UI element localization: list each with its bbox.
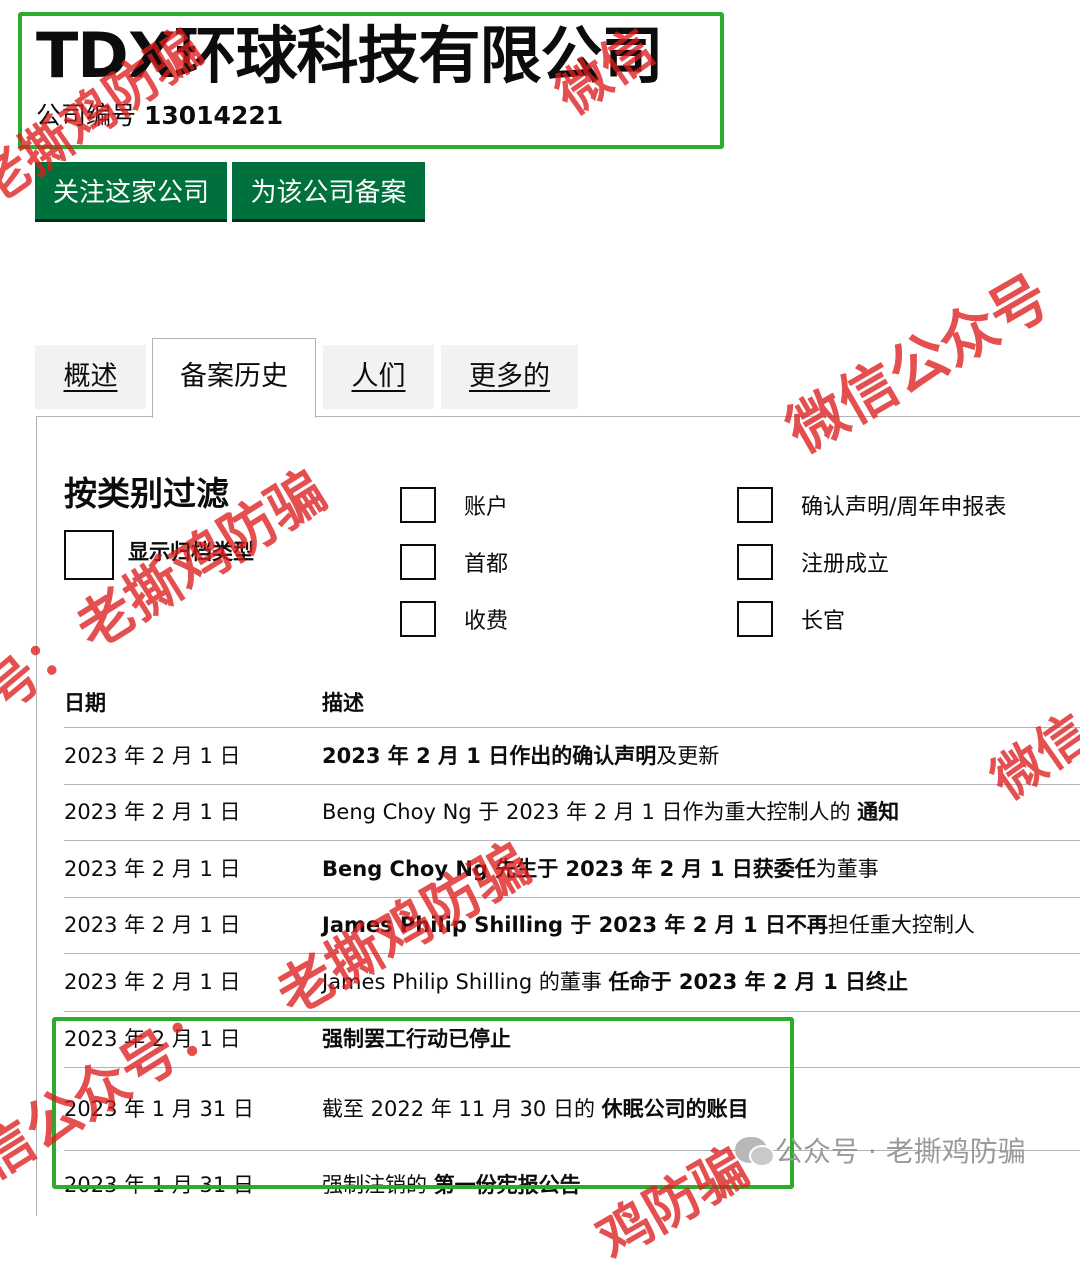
filter-checkbox-accounts[interactable] [400,487,436,523]
table-cell-date: 2023 年 1 月 31 日 [64,1097,254,1121]
tab-filing-history[interactable]: 备案历史 [152,338,316,418]
filter-label-capital: 首都 [464,552,509,577]
filter-label-incorporation: 注册成立 [801,552,890,577]
filter-title: 按类别过滤 [64,474,229,513]
filter-checkbox-charges[interactable] [400,601,436,637]
file-for-company-button[interactable]: 为该公司备案 [232,162,425,222]
table-header-description: 描述 [322,691,364,715]
table-cell-date: 2023 年 2 月 1 日 [64,913,241,937]
table-cell-description[interactable]: 强制注销的 第一份宪报公告 [322,1170,581,1200]
table-row-divider [64,1067,1080,1068]
table-cell-description[interactable]: Beng Choy Ng 于 2023 年 2 月 1 日作为重大控制人的 通知 [322,797,899,827]
description-normal: 强制注销的 [322,1173,434,1197]
description-normal: James Philip Shilling 的董事 [322,970,609,994]
description-bold: 通知 [857,800,900,824]
tab-overview[interactable]: 概述 [35,345,146,409]
filter-checkbox-capital[interactable] [400,544,436,580]
table-cell-description[interactable]: James Philip Shilling 于 2023 年 2 月 1 日不再… [322,910,975,940]
show-archive-label: 显示归档类型 [128,540,254,564]
filter-checkbox-confirmation[interactable] [737,487,773,523]
table-row-divider [64,840,1080,841]
table-cell-description[interactable]: 2023 年 2 月 1 日作出的确认声明及更新 [322,741,719,771]
follow-company-button[interactable]: 关注这家公司 [35,162,227,222]
description-normal: 担任重大控制人 [827,913,975,937]
description-normal: 截至 2022 年 11 月 30 日的 [322,1097,602,1121]
company-number-label: 公司编号 [36,101,137,130]
table-row-divider [64,1011,1080,1012]
filter-label-charges: 收费 [464,609,509,634]
table-cell-description[interactable]: 截至 2022 年 11 月 30 日的 休眠公司的账目 [322,1094,749,1124]
table-cell-description[interactable]: Beng Choy Ng 先生于 2023 年 2 月 1 日获委任为董事 [322,854,879,884]
table-header-date: 日期 [64,691,106,715]
table-cell-date: 2023 年 2 月 1 日 [64,970,241,994]
table-row-divider [64,897,1080,898]
description-bold: 2023 年 2 月 1 日作出的确认声明 [322,744,657,768]
filter-label-confirmation: 确认声明/周年申报表 [801,495,1007,520]
table-cell-date: 2023 年 1 月 31 日 [64,1173,254,1197]
table-cell-description[interactable]: James Philip Shilling 的董事 任命于 2023 年 2 月… [322,967,908,997]
brand-watermark: 公众号 · 老撕鸡防骗 [735,1130,1026,1170]
show-archive-checkbox[interactable] [64,530,114,580]
company-number-value: 13014221 [143,101,284,130]
description-normal: Beng Choy Ng 于 2023 年 2 月 1 日作为重大控制人的 [322,800,858,824]
company-number: 公司编号 13014221 [36,100,283,132]
description-normal: 为董事 [815,857,879,881]
description-bold: 第一份宪报公告 [433,1173,581,1197]
table-cell-description[interactable]: 强制罢工行动已停止 [322,1024,511,1054]
description-bold: Beng Choy Ng 先生于 2023 年 2 月 1 日获委任 [322,857,816,881]
table-cell-date: 2023 年 2 月 1 日 [64,800,241,824]
filter-checkbox-incorporation[interactable] [737,544,773,580]
table-row-divider [64,784,1080,785]
filter-label-officers: 长官 [801,609,846,634]
description-bold: James Philip Shilling 于 2023 年 2 月 1 日不再 [322,913,828,937]
table-divider [64,727,1080,728]
company-name: TDX环球科技有限公司 [36,19,664,92]
description-bold: 强制罢工行动已停止 [322,1027,511,1051]
table-cell-date: 2023 年 2 月 1 日 [64,744,241,768]
table-row-divider [64,953,1080,954]
wechat-icon [735,1137,775,1167]
filter-label-accounts: 账户 [464,495,509,520]
table-cell-date: 2023 年 2 月 1 日 [64,857,241,881]
description-bold: 任命于 2023 年 2 月 1 日终止 [608,970,909,994]
description-normal: 及更新 [656,744,720,768]
description-bold: 休眠公司的账目 [601,1097,749,1121]
table-cell-date: 2023 年 2 月 1 日 [64,1027,241,1051]
tab-more[interactable]: 更多的 [441,345,578,409]
brand-watermark-text: 公众号 · 老撕鸡防骗 [775,1135,1026,1168]
tab-people[interactable]: 人们 [323,345,434,409]
filter-checkbox-officers[interactable] [737,601,773,637]
